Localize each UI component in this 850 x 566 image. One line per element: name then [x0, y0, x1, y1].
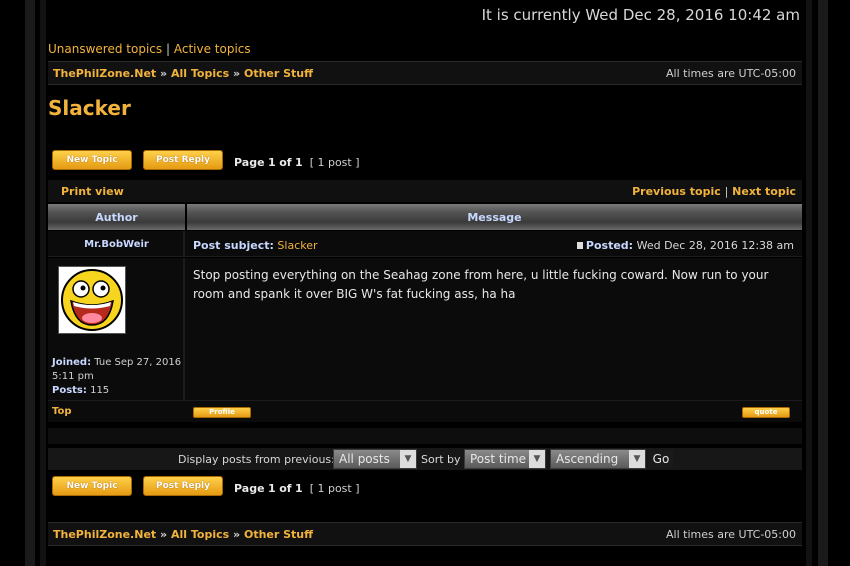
- page-title[interactable]: Slacker: [48, 96, 131, 120]
- author-column-header: Author: [48, 204, 185, 230]
- breadcrumb-all-topics[interactable]: All Topics: [171, 67, 229, 80]
- breadcrumb: ThePhilZone.Net » All Topics » Other Stu…: [53, 528, 313, 541]
- post-reply-button-bottom[interactable]: Post Reply: [143, 476, 223, 496]
- awesome-face-icon: [61, 269, 123, 331]
- chevron-down-icon: ▼: [529, 450, 545, 468]
- sort-order-select[interactable]: Ascending ▼: [550, 449, 646, 469]
- page-label: Page: [234, 156, 265, 169]
- page-current: 1: [268, 482, 276, 495]
- posts-label: Posts:: [52, 385, 87, 396]
- right-frame-rail: [818, 0, 828, 566]
- next-topic-link[interactable]: Next topic: [732, 185, 796, 198]
- post-date: Posted: Wed Dec 28, 2016 12:38 am: [576, 239, 794, 252]
- post-subject-label: Post subject:: [193, 239, 274, 252]
- breadcrumb-arrow: »: [233, 67, 241, 80]
- posted-label: Posted:: [585, 239, 634, 252]
- breadcrumb-home[interactable]: ThePhilZone.Net: [53, 67, 156, 80]
- breadcrumb-arrow: »: [160, 528, 168, 541]
- topic-actions-bar: Print view Previous topic | Next topic: [48, 180, 802, 202]
- sort-options-bar: Display posts from previous: All posts ▼…: [48, 448, 802, 470]
- post-divider: [48, 428, 802, 444]
- post-reply-button[interactable]: Post Reply: [143, 150, 223, 170]
- timezone-note: All times are UTC-05:00: [666, 528, 796, 541]
- quick-links: Unanswered topics | Active topics: [48, 42, 251, 56]
- message-column-header: Message: [187, 204, 802, 230]
- topic-navigation: Previous topic | Next topic: [632, 185, 796, 198]
- sort-by-value: Post time: [470, 452, 527, 466]
- posted-date-value: Wed Dec 28, 2016 12:38 am: [636, 239, 794, 252]
- post-icon[interactable]: [576, 242, 583, 249]
- post-subject-link[interactable]: Slacker: [277, 239, 317, 252]
- breadcrumb-bar-bottom: ThePhilZone.Net » All Topics » Other Stu…: [48, 522, 802, 546]
- profile-button[interactable]: Profile: [193, 407, 251, 418]
- breadcrumb: ThePhilZone.Net » All Topics » Other Stu…: [53, 67, 313, 80]
- page-label: Page: [234, 482, 265, 495]
- display-posts-select[interactable]: All posts ▼: [333, 449, 417, 469]
- post-content-cell: Stop posting everything on the Seahag zo…: [187, 258, 802, 400]
- page-of-label: of: [279, 482, 292, 495]
- breadcrumb-arrow: »: [160, 67, 168, 80]
- post-footer-row: Top Profile quote: [48, 400, 802, 422]
- current-time: It is currently Wed Dec 28, 2016 10:42 a…: [481, 6, 800, 24]
- post-body: Stop posting everything on the Seahag zo…: [193, 268, 769, 301]
- chevron-down-icon: ▼: [629, 450, 645, 468]
- pagination-info: Page 1 of 1 [ 1 post ]: [234, 156, 360, 169]
- chevron-down-icon: ▼: [400, 450, 416, 468]
- post-body-row: Joined: Tue Sep 27, 2016 5:11 pm Posts: …: [48, 258, 802, 400]
- previous-topic-link[interactable]: Previous topic: [632, 185, 721, 198]
- back-to-top-link[interactable]: Top: [52, 406, 72, 417]
- active-topics-link[interactable]: Active topics: [174, 42, 251, 56]
- avatar: [58, 266, 126, 334]
- timezone-note: All times are UTC-05:00: [666, 67, 796, 80]
- post-author-name[interactable]: Mr.BobWeir: [48, 239, 185, 250]
- go-button[interactable]: Go: [649, 450, 673, 468]
- joined-label: Joined:: [52, 357, 92, 368]
- new-topic-button-bottom[interactable]: New Topic: [52, 476, 132, 496]
- post-count: [ 1 post ]: [309, 482, 360, 495]
- author-details: Joined: Tue Sep 27, 2016 5:11 pm Posts: …: [52, 356, 183, 398]
- topic-nav-separator: |: [724, 185, 729, 198]
- sort-by-select[interactable]: Post time ▼: [464, 449, 546, 469]
- breadcrumb-all-topics[interactable]: All Topics: [171, 528, 229, 541]
- unanswered-topics-link[interactable]: Unanswered topics: [48, 42, 162, 56]
- breadcrumb-arrow: »: [233, 528, 241, 541]
- left-frame-rail-inner: [40, 0, 46, 566]
- breadcrumb-bar-top: ThePhilZone.Net » All Topics » Other Stu…: [48, 61, 802, 85]
- page-of-label: of: [279, 156, 292, 169]
- display-posts-value: All posts: [339, 452, 390, 466]
- display-posts-label: Display posts from previous:: [178, 453, 335, 466]
- post-profile-cell: Joined: Tue Sep 27, 2016 5:11 pm Posts: …: [48, 258, 185, 400]
- post-meta-cell: Post subject: Slacker Posted: Wed Dec 28…: [187, 231, 802, 256]
- breadcrumb-other-stuff[interactable]: Other Stuff: [244, 67, 313, 80]
- pagination-info-bottom: Page 1 of 1 [ 1 post ]: [234, 482, 360, 495]
- page-current: 1: [268, 156, 276, 169]
- quote-button[interactable]: quote: [742, 407, 790, 418]
- right-frame-rail-inner: [806, 0, 812, 566]
- post-count: [ 1 post ]: [309, 156, 360, 169]
- new-topic-button[interactable]: New Topic: [52, 150, 132, 170]
- sort-by-label: Sort by: [421, 453, 461, 466]
- posts-count: 115: [90, 385, 110, 396]
- post-header-row: Mr.BobWeir Post subject: Slacker Posted:…: [48, 231, 802, 257]
- posts-table-header: Author Message: [48, 204, 802, 230]
- page-total: 1: [295, 482, 303, 495]
- quick-links-separator: |: [165, 42, 171, 56]
- page-total: 1: [295, 156, 303, 169]
- left-frame-rail: [25, 0, 35, 566]
- breadcrumb-home[interactable]: ThePhilZone.Net: [53, 528, 156, 541]
- post-subject: Post subject: Slacker: [193, 239, 318, 252]
- sort-order-value: Ascending: [556, 452, 619, 466]
- breadcrumb-other-stuff[interactable]: Other Stuff: [244, 528, 313, 541]
- post-author-cell: Mr.BobWeir: [48, 231, 185, 256]
- print-view-link[interactable]: Print view: [61, 185, 124, 198]
